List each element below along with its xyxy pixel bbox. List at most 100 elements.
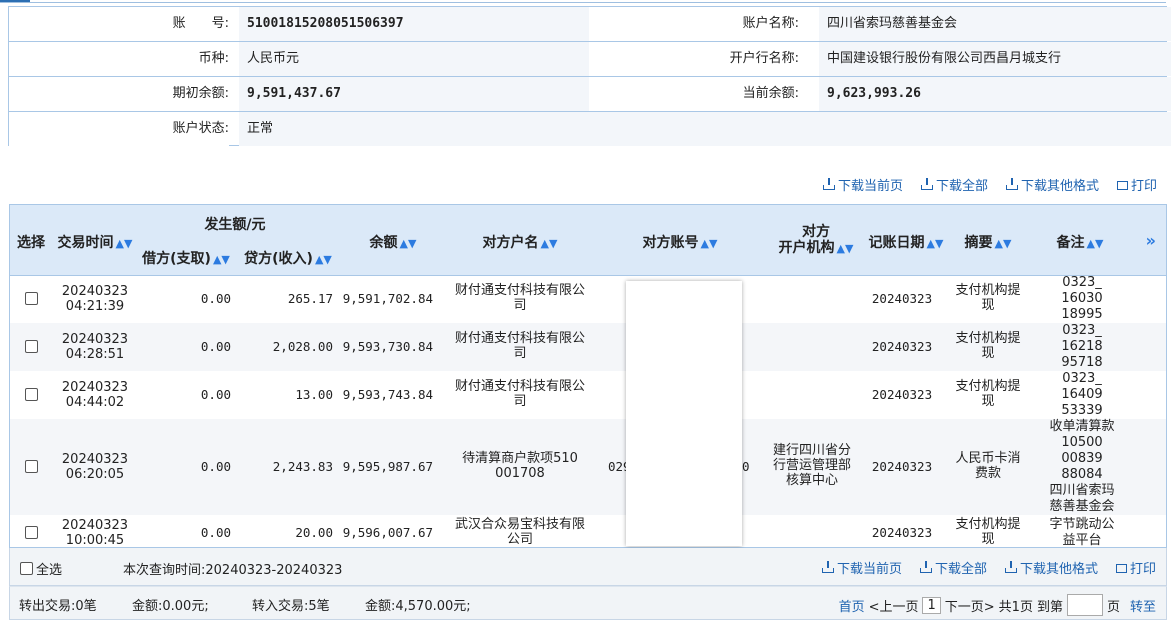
- row-checkbox[interactable]: [25, 388, 38, 401]
- header-debit[interactable]: 借方(支取) ▲▼: [138, 248, 234, 268]
- summary-line1: 支付机构提: [955, 517, 1021, 532]
- note-line: 0323_: [1062, 371, 1102, 386]
- row-time-line: 04:28:51: [65, 347, 125, 362]
- header-summary-label: 摘要: [964, 235, 993, 251]
- bank-line3: 核算中心: [785, 473, 838, 488]
- select-all-checkbox[interactable]: [20, 562, 33, 575]
- goto-button[interactable]: 转至: [1130, 596, 1156, 615]
- next-page-link[interactable]: 下一页>: [945, 596, 995, 615]
- summary-line2: 现: [981, 394, 995, 409]
- row-time-line: 04:44:02: [65, 395, 125, 410]
- header-counterparty-account-label: 对方账号: [642, 235, 699, 251]
- download-all-button-bottom[interactable]: 下载全部: [919, 558, 987, 577]
- summary-bar: 转出交易:0笔 金额:0.00元; 转入交易:5笔 金额:4,570.00元; …: [9, 586, 1167, 620]
- select-all[interactable]: 全选: [20, 559, 62, 578]
- header-time[interactable]: 交易时间 ▲▼: [54, 232, 136, 252]
- row-counterparty-name: 财付通支付科技有限公司: [442, 379, 598, 409]
- row-post-date: 20240323: [871, 459, 933, 474]
- sort-icon: ▲▼: [836, 242, 854, 255]
- select-all-label: 全选: [36, 563, 63, 578]
- table-footer: 全选 本次查询时间:20240323-20240323 下载当前页 下载全部 下…: [9, 548, 1167, 586]
- table-row[interactable]: 20240323 10:00:45 0.00 20.00 9,596,007.67 武汉合…: [10, 515, 1166, 547]
- goto-label: 到第: [1036, 599, 1063, 615]
- prev-page-link[interactable]: <上一页: [869, 596, 919, 615]
- row-time: 20240323 04:28:51: [54, 332, 136, 362]
- row-counterparty-name: 待清算商户款项510 001708: [442, 451, 598, 481]
- row-checkbox[interactable]: [25, 526, 38, 539]
- row-post-date: 20240323: [871, 291, 933, 306]
- note-line: 95718: [1061, 355, 1103, 370]
- goto-page-input[interactable]: [1066, 594, 1103, 616]
- current-page[interactable]: 1: [922, 596, 941, 614]
- sort-icon: ▲▼: [212, 253, 230, 266]
- scroll-right-icon[interactable]: »: [1146, 231, 1156, 250]
- note-line: 四川省索玛: [1049, 483, 1115, 498]
- row-post-date: 20240323: [871, 387, 933, 402]
- print-button-bottom[interactable]: 打印: [1115, 558, 1156, 577]
- account-no-value: 51001815208051506397: [239, 7, 597, 41]
- row-credit: 13.00: [295, 387, 333, 402]
- row-credit: 20.00: [295, 525, 333, 540]
- note-line: 16030: [1061, 291, 1103, 306]
- download-page-button[interactable]: 下载当前页: [822, 175, 903, 194]
- table-row[interactable]: 20240323 06:20:05 0.00 2,243.83 9,595,987.67…: [10, 419, 1166, 515]
- first-page-link[interactable]: 首页: [839, 596, 865, 615]
- note-line: 18995: [1061, 307, 1103, 322]
- row-checkbox[interactable]: [25, 340, 38, 353]
- row-time-line: 04:21:39: [65, 299, 125, 314]
- row-counterparty-name: 财付通支付科技有限公司: [442, 283, 598, 313]
- header-post-date[interactable]: 记账日期 ▲▼: [866, 232, 946, 252]
- download-icon: [920, 178, 933, 190]
- header-note[interactable]: 备注 ▲▼: [1040, 232, 1120, 252]
- row-balance: 9,593,743.84: [342, 387, 433, 402]
- sort-icon: ▲▼: [700, 237, 718, 250]
- header-counterparty-account[interactable]: 对方账号 ▲▼: [610, 232, 750, 252]
- row-debit: 0.00: [200, 387, 231, 402]
- row-checkbox[interactable]: [25, 292, 38, 305]
- table-row[interactable]: 20240323 04:44:02 0.00 13.00 9,593,743.84 财付通…: [10, 371, 1166, 419]
- table-row[interactable]: 20240323 04:21:39 0.00 265.17 9,591,702.84 财付…: [10, 275, 1166, 323]
- print-label: 打印: [1129, 561, 1156, 577]
- active-tab-indicator: [0, 0, 30, 2]
- download-page-button-bottom[interactable]: 下载当前页: [821, 558, 902, 577]
- row-debit: 0.00: [200, 525, 231, 540]
- query-time: 本次查询时间:20240323-20240323: [123, 563, 343, 578]
- sort-icon: ▲▼: [994, 237, 1012, 250]
- incoming-count: 转入交易:5笔: [252, 599, 330, 614]
- header-bank-line1: 对方: [802, 224, 830, 240]
- row-date-line: 20240323: [61, 452, 129, 467]
- download-all-label: 下载全部: [935, 178, 988, 194]
- header-credit[interactable]: 贷方(收入) ▲▼: [240, 248, 336, 268]
- download-all-button[interactable]: 下载全部: [920, 175, 988, 194]
- account-no-label: 账 号:: [9, 7, 229, 41]
- name-line2: 001708: [495, 466, 545, 481]
- bank-value: 中国建设银行股份有限公司西昌月城支行: [819, 42, 1171, 76]
- download-other-button[interactable]: 下载其他格式: [1005, 175, 1099, 194]
- row-summary: 人民币卡消 费款: [948, 451, 1028, 481]
- header-balance[interactable]: 余额 ▲▼: [350, 232, 436, 252]
- note-line: 慈善基金会: [1049, 499, 1115, 514]
- header-summary[interactable]: 摘要 ▲▼: [950, 232, 1026, 252]
- row-date-line: 20240323: [61, 518, 129, 533]
- row-debit: 0.00: [200, 291, 231, 306]
- download-other-label: 下载其他格式: [1019, 561, 1098, 577]
- row-time: 20240323 04:21:39: [54, 284, 136, 314]
- row-checkbox[interactable]: [25, 460, 38, 473]
- download-other-button-bottom[interactable]: 下载其他格式: [1004, 558, 1098, 577]
- summary-line2: 现: [981, 346, 995, 361]
- sort-icon: ▲▼: [540, 237, 558, 250]
- note-line: 0323_: [1062, 275, 1102, 290]
- note-line: 字节跳动公: [1049, 517, 1115, 532]
- sort-icon: ▲▼: [926, 237, 944, 250]
- header-counterparty-bank[interactable]: 对方 开户机构 ▲▼: [766, 224, 866, 257]
- table-header: 选择 交易时间 ▲▼ 发生额/元 借方(支取) ▲▼ 贷方(收入) ▲▼ 余额 ▲▼ 对…: [10, 205, 1166, 276]
- table-row[interactable]: 20240323 04:28:51 0.00 2,028.00 9,593,730.84…: [10, 323, 1166, 371]
- note-line: 收单清算款: [1049, 419, 1115, 434]
- note-line: 0323_: [1062, 323, 1102, 338]
- summary-line2: 现: [981, 298, 995, 313]
- print-button[interactable]: 打印: [1116, 175, 1157, 194]
- header-counterparty-name[interactable]: 对方户名 ▲▼: [450, 232, 590, 252]
- summary-line1: 人民币卡消: [955, 451, 1021, 466]
- print-label: 打印: [1130, 178, 1157, 194]
- name-line2: 司: [513, 298, 527, 313]
